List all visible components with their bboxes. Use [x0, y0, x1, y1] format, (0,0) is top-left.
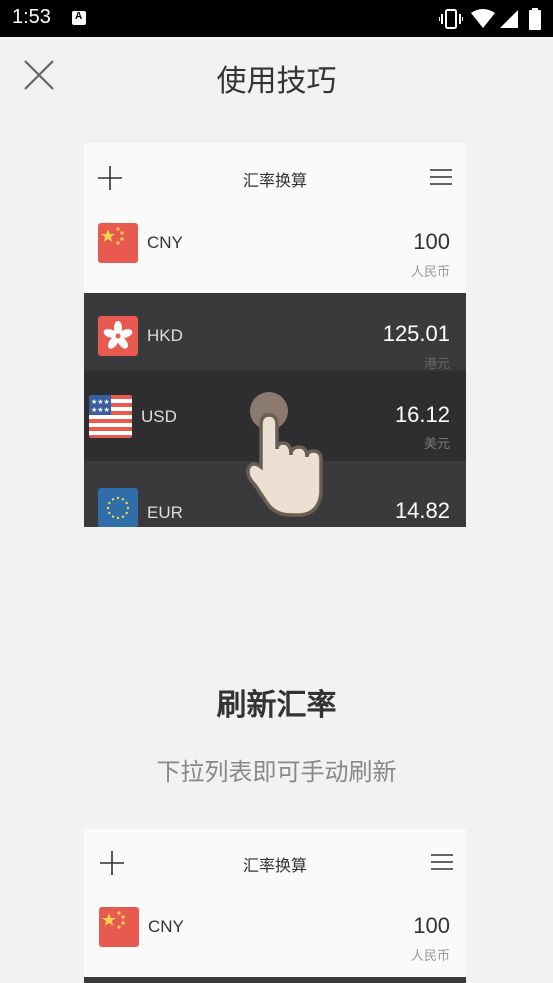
vibrate-icon — [439, 9, 463, 29]
currency-code: HKD — [147, 326, 183, 345]
currency-amount: 100 — [413, 229, 450, 254]
demo-header: 汇率换算 — [84, 829, 466, 897]
currency-amount: 16.12 — [394, 402, 450, 427]
tip-description: 下拉列表即可手动刷新 — [156, 758, 397, 786]
currency-code: USD — [141, 407, 177, 426]
currency-name: 港元 — [423, 357, 450, 372]
currency-amount: 125.01 — [382, 321, 450, 346]
currency-name: 人民币 — [410, 949, 450, 964]
china-flag-icon — [99, 907, 139, 947]
hand-gesture-icon — [246, 392, 323, 517]
status-time: 1:53 — [12, 6, 51, 28]
currency-code: CNY — [148, 917, 184, 936]
currency-name: 人民币 — [410, 265, 450, 280]
svg-text:★★★: ★★★ — [91, 406, 110, 414]
app-notification-icon — [72, 11, 86, 25]
hong-kong-flag-icon — [98, 316, 138, 356]
currency-amount: 14.82 — [394, 498, 450, 523]
currency-code: EUR — [147, 503, 183, 522]
dark-row-edge — [84, 977, 466, 983]
menu-icon — [430, 169, 452, 185]
demo-screenshot-1: 汇率换算 CNY 100 人民币 HKD 125.01 港元 ★★★ ★★★ U… — [84, 143, 466, 527]
svg-text:★★★: ★★★ — [91, 398, 110, 406]
status-bar: 1:53 — [0, 0, 553, 37]
currency-amount: 100 — [413, 913, 450, 938]
demo-header-title: 汇率换算 — [242, 171, 307, 190]
currency-name: 美元 — [423, 437, 450, 452]
currency-row-cny: CNY 100 人民币 — [84, 211, 466, 293]
china-flag-icon — [98, 223, 138, 263]
currency-row-cny: CNY 100 人民币 — [84, 895, 466, 977]
demo-header: 汇率换算 — [84, 143, 466, 211]
demo-screenshot-2: 汇率换算 CNY 100 人民币 — [84, 829, 466, 983]
us-flag-icon: ★★★ ★★★ — [89, 395, 132, 438]
battery-icon — [529, 8, 541, 30]
tip-title: 刷新汇率 — [216, 688, 337, 723]
wifi-icon — [471, 9, 495, 28]
signal-icon — [500, 10, 518, 28]
page-title: 使用技巧 — [216, 64, 337, 99]
currency-row-hkd: HKD 125.01 港元 — [84, 293, 466, 372]
menu-icon — [431, 854, 453, 870]
currency-code: CNY — [147, 233, 183, 252]
eu-flag-icon — [98, 488, 138, 527]
demo-header-title: 汇率换算 — [242, 856, 307, 875]
